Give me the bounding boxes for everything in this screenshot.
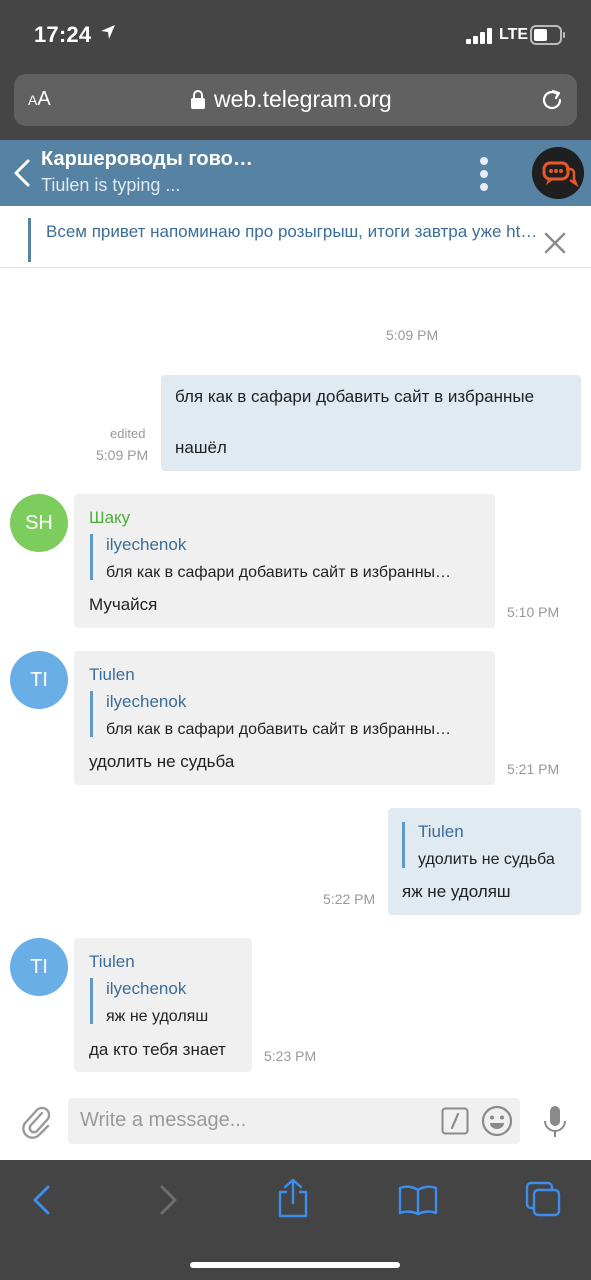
sender-name[interactable]: Шаку <box>89 508 130 528</box>
reply-text: удолить не судьба <box>418 851 555 868</box>
microphone-icon[interactable] <box>542 1104 568 1140</box>
avatar[interactable]: SH <box>10 494 68 552</box>
signal-strength-icon <box>466 28 492 44</box>
message-time: 5:09 PM <box>96 447 149 463</box>
message-time: 5:22 PM <box>323 891 376 907</box>
incoming-message[interactable]: Tiulen ilyechenok яж не удоляш да кто те… <box>74 938 252 1072</box>
chat-header: Каршероводы гово… Tiulen is typing ... <box>0 140 591 206</box>
message-text: да кто тебя знает <box>89 1040 226 1059</box>
reply-accent-bar <box>90 691 93 737</box>
battery-icon <box>530 25 565 45</box>
reply-author: ilyechenok <box>106 692 187 711</box>
reply-author: ilyechenok <box>106 979 187 998</box>
avatar[interactable]: TI <box>10 651 68 709</box>
emoji-icon[interactable] <box>481 1105 513 1137</box>
bookmarks-icon[interactable] <box>398 1184 438 1216</box>
text-size-button[interactable]: AA <box>28 88 51 111</box>
reply-text: яж не удоляш <box>106 1008 209 1025</box>
message-input-placeholder: Write a message... <box>80 1109 247 1131</box>
more-options-icon[interactable] <box>476 156 492 192</box>
reply-text: бля как в сафари добавить сайт в избранн… <box>106 564 452 581</box>
home-indicator <box>190 1262 400 1268</box>
back-chevron-icon[interactable] <box>12 158 32 188</box>
reply-accent-bar <box>402 822 405 868</box>
sender-name[interactable]: Tiulen <box>89 665 135 685</box>
status-time: 17:24 <box>34 22 92 47</box>
safari-top-bar: 17:24 LTE AA web.telegram.org <box>0 0 591 140</box>
incoming-message[interactable]: Tiulen ilyechenok бля как в сафари добав… <box>74 651 495 785</box>
commands-icon[interactable] <box>441 1107 469 1135</box>
chat-bubble-logo-icon <box>532 147 584 199</box>
share-icon[interactable] <box>276 1178 310 1218</box>
message-text: нашёл <box>175 438 227 457</box>
edited-label: edited <box>110 426 146 441</box>
message-text: бля как в сафари добавить сайт в избранн… <box>175 387 535 406</box>
url-text[interactable]: web.telegram.org <box>214 86 392 113</box>
reload-icon[interactable] <box>540 88 564 112</box>
lock-icon <box>191 90 205 109</box>
chat-title[interactable]: Каршероводы гово… <box>41 148 281 171</box>
back-arrow-icon[interactable] <box>30 1184 54 1216</box>
pinned-message[interactable]: Всем привет напоминаю про розыгрыш, итог… <box>0 206 591 268</box>
message-text: Мучайся <box>89 595 158 614</box>
message-text: удолить не судьба <box>89 752 235 771</box>
message-time: 5:21 PM <box>507 761 560 777</box>
pinned-accent-bar <box>28 218 31 262</box>
forward-arrow-icon[interactable] <box>156 1184 180 1216</box>
incoming-message[interactable]: Шаку ilyechenok бля как в сафари добавит… <box>74 494 495 628</box>
group-avatar[interactable] <box>532 147 584 199</box>
avatar[interactable]: TI <box>10 938 68 996</box>
message-time: 5:10 PM <box>507 604 560 620</box>
tabs-icon[interactable] <box>524 1180 562 1218</box>
pinned-text[interactable]: Всем привет напоминаю про розыгрыш, итог… <box>46 222 544 242</box>
chat-status: Tiulen is typing ... <box>41 175 181 195</box>
message-text: яж не удоляш <box>402 882 511 901</box>
reply-author: ilyechenok <box>106 535 187 554</box>
close-icon[interactable] <box>543 231 567 255</box>
message-time: 5:23 PM <box>264 1048 317 1064</box>
paperclip-icon[interactable] <box>22 1104 52 1140</box>
sender-name[interactable]: Tiulen <box>89 952 135 972</box>
reply-accent-bar <box>90 534 93 580</box>
reply-accent-bar <box>90 978 93 1024</box>
outgoing-message[interactable]: бля как в сафари добавить сайт в избранн… <box>161 375 581 471</box>
reply-text: бля как в сафари добавить сайт в избранн… <box>106 721 452 738</box>
timestamp: 5:09 PM <box>386 327 439 343</box>
location-arrow-icon <box>101 25 115 39</box>
network-type: LTE <box>499 26 529 43</box>
address-bar[interactable]: AA web.telegram.org <box>14 74 577 126</box>
outgoing-message[interactable]: Tiulen удолить не судьба яж не удоляш <box>388 808 581 915</box>
reply-author: Tiulen <box>418 822 464 841</box>
